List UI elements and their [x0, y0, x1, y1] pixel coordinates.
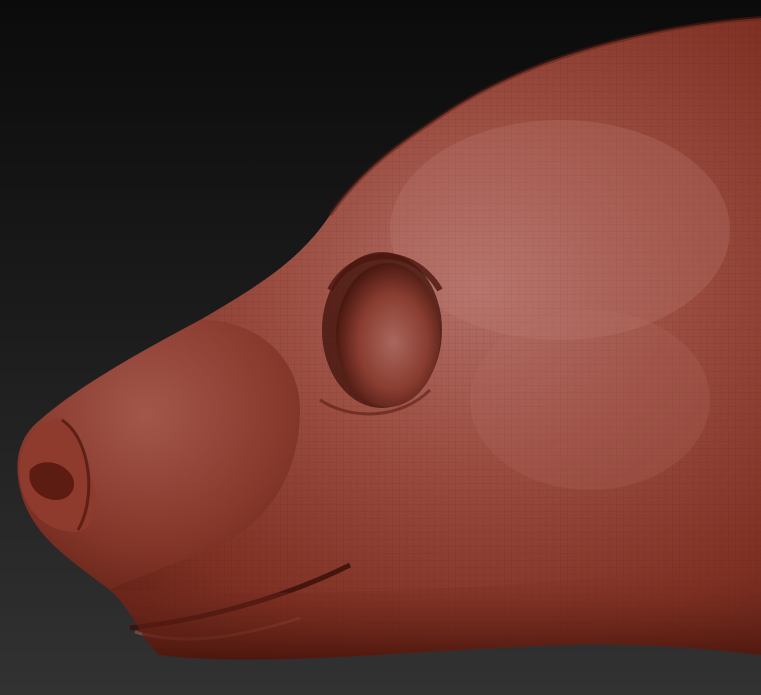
eye-lid [336, 263, 440, 407]
cheek-highlight [470, 310, 710, 490]
sculpt-render [17, 16, 761, 660]
forehead-highlight [390, 120, 730, 340]
sculpt-viewport[interactable] [0, 0, 761, 695]
